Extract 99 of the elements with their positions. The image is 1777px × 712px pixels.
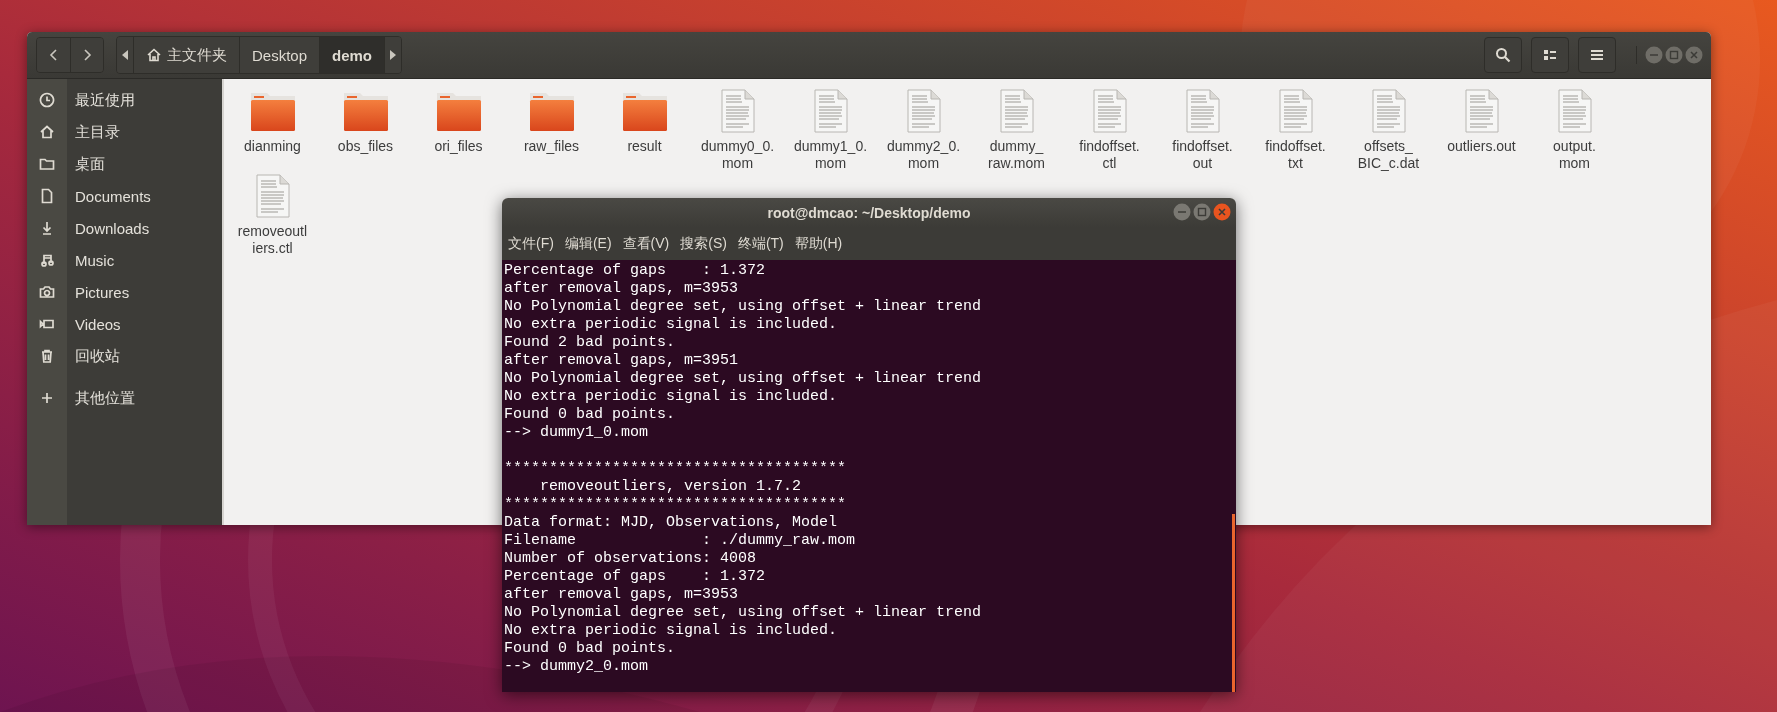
- terminal-line: after removal gaps, m=3953: [504, 586, 740, 604]
- document-icon[interactable]: [1371, 89, 1406, 133]
- search-button[interactable]: [1484, 37, 1522, 73]
- close-button[interactable]: [1213, 203, 1231, 221]
- file-name[interactable]: outliers.out: [1447, 138, 1516, 155]
- sidebar-item[interactable]: 回收站: [27, 340, 222, 372]
- menu-item[interactable]: 文件(F): [508, 234, 554, 253]
- window-title: root@dmcao: ~/Desktop/demo: [767, 204, 971, 221]
- terminal-line: **************************************: [504, 496, 848, 514]
- view-options-button[interactable]: [1531, 37, 1569, 73]
- trash-icon: [39, 348, 55, 364]
- terminal-line: Found 0 bad points.: [504, 640, 677, 658]
- home-icon: [39, 124, 55, 140]
- clock-icon: [39, 92, 55, 108]
- document-icon[interactable]: [720, 89, 755, 133]
- plus-icon: [39, 390, 55, 406]
- sidebar-item[interactable]: Downloads: [27, 212, 222, 244]
- sidebar-item[interactable]: 最近使用: [27, 84, 222, 116]
- document-icon[interactable]: [1464, 89, 1499, 133]
- file-name[interactable]: findoffset. ctl: [1079, 138, 1140, 172]
- terminal-line: Number of observations: 4008: [504, 550, 758, 568]
- terminal-line: --> dummy1_0.mom: [504, 424, 650, 442]
- document-icon[interactable]: [255, 174, 290, 218]
- terminal-line: Found 2 bad points.: [504, 334, 677, 352]
- sidebar-item[interactable]: 桌面: [27, 148, 222, 180]
- terminal-line: No extra periodic signal is included.: [504, 622, 839, 640]
- caret-right-icon: [390, 50, 397, 60]
- file-name[interactable]: obs_files: [337, 138, 394, 155]
- path-button[interactable]: Desktop: [239, 37, 320, 73]
- menu-item[interactable]: 终端(T): [737, 234, 784, 253]
- document-icon: [39, 188, 55, 204]
- document-icon[interactable]: [999, 89, 1034, 133]
- file-name[interactable]: result: [627, 138, 662, 155]
- home-icon: [146, 47, 162, 63]
- camera-icon: [39, 284, 55, 300]
- terminal-line: No Polynomial degree set, using offset + linear trend: [504, 298, 983, 316]
- file-name[interactable]: removeoutl iers.ctl: [237, 223, 308, 257]
- list-view-icon: [1543, 48, 1557, 62]
- scroll-left-button[interactable]: [117, 37, 133, 73]
- terminal-line: Data format: MJD, Observations, Model: [504, 514, 839, 532]
- close-button[interactable]: [1685, 46, 1703, 64]
- document-icon[interactable]: [906, 89, 941, 133]
- document-icon[interactable]: [1278, 89, 1313, 133]
- minimize-button[interactable]: [1173, 203, 1191, 221]
- file-name[interactable]: dummy1_0. mom: [793, 138, 868, 172]
- file-name[interactable]: dummy_ raw.mom: [988, 138, 1045, 172]
- forward-button[interactable]: [70, 38, 103, 72]
- scrollbar-thumb[interactable]: [1232, 514, 1235, 692]
- document-icon[interactable]: [1092, 89, 1127, 133]
- back-button[interactable]: [37, 38, 70, 72]
- terminal-line: No extra periodic signal is included.: [504, 316, 839, 334]
- menu-item[interactable]: 查看(V): [622, 234, 670, 253]
- sidebar-item[interactable]: Pictures: [27, 276, 222, 308]
- terminal-line: No Polynomial degree set, using offset + linear trend: [504, 370, 983, 388]
- terminal-line: after removal gaps, m=3951: [504, 352, 740, 370]
- document-icon[interactable]: [1185, 89, 1220, 133]
- menu-button[interactable]: [1578, 37, 1616, 73]
- file-name[interactable]: dummy2_0. mom: [886, 138, 961, 172]
- menu-item[interactable]: 编辑(E): [564, 234, 612, 253]
- menu-item[interactable]: 帮助(H): [794, 234, 843, 253]
- terminal-line: --> dummy2_0.mom: [504, 658, 650, 676]
- terminal-line: after removal gaps, m=3953: [504, 280, 740, 298]
- document-icon[interactable]: [1557, 89, 1592, 133]
- terminal-line: No extra periodic signal is included.: [504, 388, 839, 406]
- chevron-right-icon: [81, 49, 93, 61]
- file-name[interactable]: output. mom: [1553, 138, 1596, 172]
- file-name[interactable]: offsets_ BIC_c.dat: [1357, 138, 1420, 172]
- file-name[interactable]: findoffset. txt: [1265, 138, 1326, 172]
- file-name[interactable]: ori_files: [434, 138, 483, 155]
- sidebar-item[interactable]: 主目录: [27, 116, 222, 148]
- file-name[interactable]: dummy0_0. mom: [700, 138, 775, 172]
- caret-left-icon: [122, 50, 128, 60]
- terminal-line: Percentage of gaps : 1.372: [504, 262, 767, 280]
- file-name[interactable]: findoffset. out: [1172, 138, 1233, 172]
- menu-icon: [1590, 48, 1604, 62]
- scroll-right-button[interactable]: [385, 37, 402, 73]
- minimize-button[interactable]: [1645, 46, 1663, 64]
- file-name[interactable]: raw_files: [523, 138, 580, 155]
- path-button[interactable]: demo: [319, 37, 386, 73]
- maximize-button[interactable]: [1193, 203, 1211, 221]
- maximize-button[interactable]: [1665, 46, 1683, 64]
- sidebar-item[interactable]: Music: [27, 244, 222, 276]
- search-icon: [1495, 47, 1511, 63]
- terminal-line: **************************************: [504, 460, 848, 478]
- music-icon: [39, 252, 55, 268]
- sidebar-item[interactable]: Videos: [27, 308, 222, 340]
- path-button[interactable]: 主文件夹: [133, 37, 239, 73]
- terminal-line: Filename : ./dummy_raw.mom: [504, 532, 857, 550]
- terminal-line: Found 0 bad points.: [504, 406, 677, 424]
- document-icon[interactable]: [813, 89, 848, 133]
- folder-icon: [39, 156, 55, 172]
- terminal-line: removeoutliers, version 1.7.2: [539, 478, 803, 496]
- terminal-line: No Polynomial degree set, using offset + linear trend: [504, 604, 983, 622]
- menu-item[interactable]: 搜索(S): [680, 234, 727, 253]
- chevron-left-icon: [47, 49, 60, 61]
- file-name[interactable]: dianming: [244, 138, 301, 155]
- sidebar-item[interactable]: Documents: [27, 180, 222, 212]
- terminal-line: Percentage of gaps : 1.372: [504, 568, 767, 586]
- sidebar-item[interactable]: 其他位置: [27, 382, 222, 414]
